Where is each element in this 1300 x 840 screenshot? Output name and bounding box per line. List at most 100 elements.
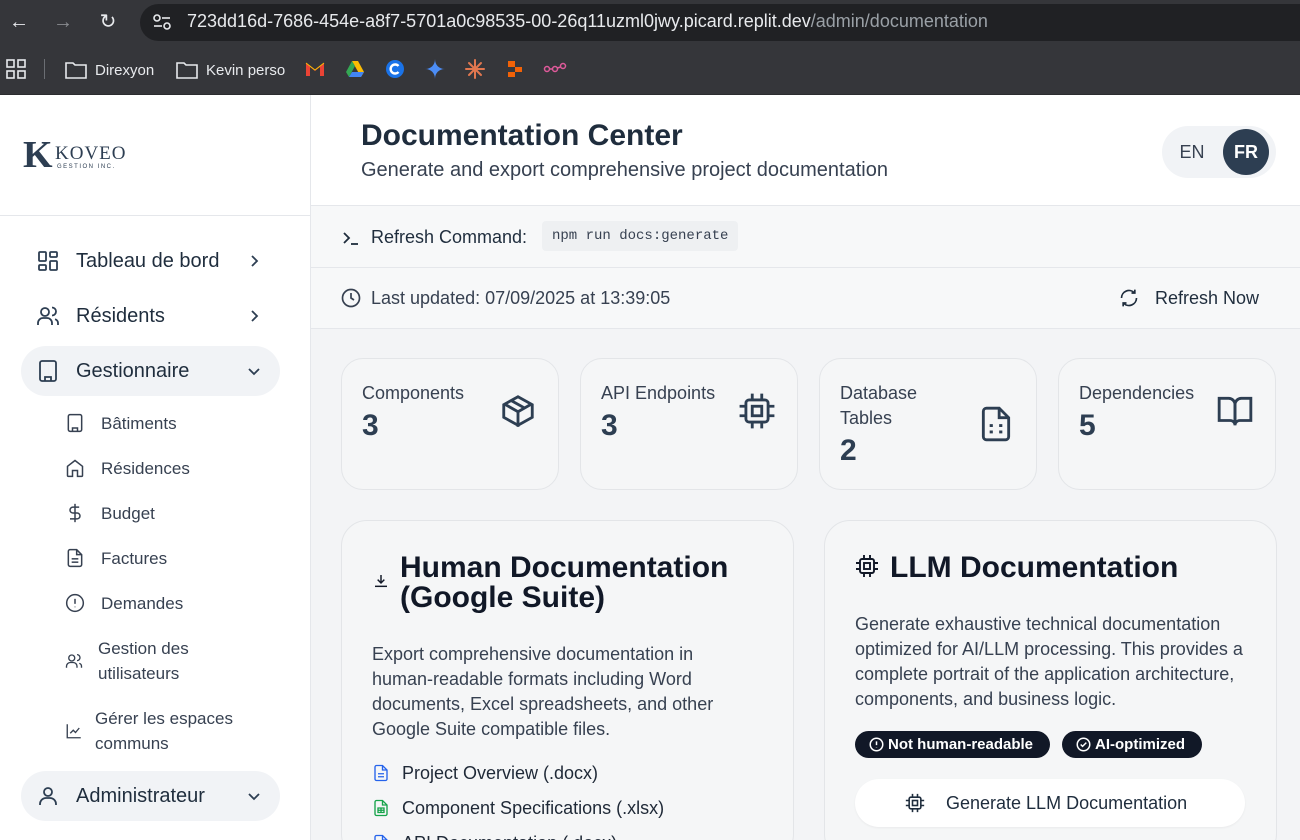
building-icon [39, 360, 57, 382]
not-human-readable-badge: Not human-readable [855, 731, 1050, 758]
lang-en-button[interactable]: EN [1169, 129, 1215, 175]
logo-subtitle: GESTION INC. [57, 164, 116, 170]
sidebar-item-administrateur[interactable]: Administrateur [21, 771, 280, 821]
badge-label: AI-optimized [1095, 736, 1185, 753]
last-updated-bar: Last updated: 07/09/2025 at 13:39:05 Ref… [311, 268, 1300, 329]
refresh-now-button[interactable]: Refresh Now [1111, 280, 1271, 316]
alert-circle-icon [65, 593, 85, 613]
cpu-icon [739, 393, 775, 429]
sidebar-subitem-label: Gérer les espaces communs [95, 709, 233, 753]
link-icon[interactable] [543, 62, 567, 76]
reload-icon[interactable]: ↻ [97, 11, 119, 33]
c-app-icon[interactable] [385, 59, 405, 79]
sidebar-item-label: Gestionnaire [76, 360, 190, 382]
badge-label: Not human-readable [888, 736, 1034, 753]
stat-label: Dependencies [1079, 383, 1195, 403]
stat-label: Database Tables [840, 383, 918, 428]
logo-name: KOVEO [55, 143, 127, 164]
stat-value: 3 [601, 409, 618, 442]
gemini-icon[interactable] [425, 59, 445, 79]
stat-card-components: Components 3 [341, 358, 559, 490]
users-icon [65, 653, 83, 668]
sidebar: K KOVEO GESTION INC. Tableau de bord Rés… [0, 95, 311, 840]
generate-llm-documentation-button[interactable]: Generate LLM Documentation [855, 779, 1245, 827]
folder-icon [176, 62, 198, 79]
book-open-icon [1217, 396, 1253, 426]
llm-documentation-title: LLM Documentation [890, 551, 1179, 584]
box-icon [502, 395, 534, 427]
lang-fr-button[interactable]: FR [1223, 129, 1269, 175]
bookmark-folder-kevin[interactable]: Kevin perso [176, 59, 285, 81]
main-content: Documentation Center Generate and export… [311, 95, 1300, 840]
last-updated-text: Last updated: 07/09/2025 at 13:39:05 [371, 288, 671, 308]
chevron-right-icon [251, 310, 259, 322]
file-item-label: Project Overview (.docx) [402, 763, 599, 783]
sidebar-subitem-label: Résidences [101, 459, 190, 478]
sidebar-item-gestionnaire[interactable]: Gestionnaire [21, 346, 280, 396]
check-circle-icon [1076, 737, 1091, 752]
koveo-logo[interactable]: K KOVEO GESTION INC. [23, 136, 133, 174]
refresh-now-label: Refresh Now [1155, 288, 1260, 308]
stat-card-api-endpoints: API Endpoints 3 [580, 358, 798, 490]
file-item-label: API Documentation (.docx) [402, 831, 617, 840]
stat-label: Components [362, 383, 465, 403]
url-host: 723dd16d-7686-454e-a8f7-5701a0c98535-00-… [187, 11, 811, 31]
sidebar-item-label: Administrateur [76, 785, 205, 807]
language-toggle: EN FR [1162, 126, 1276, 178]
stat-label: API Endpoints [601, 383, 716, 403]
stat-card-database-tables: Database Tables 2 [819, 358, 1037, 490]
human-documentation-card: Human Documentation (Google Suite) Expor… [341, 520, 794, 840]
stat-value: 2 [840, 434, 857, 467]
app-icon[interactable] [505, 59, 525, 79]
stat-card-dependencies: Dependencies 5 [1058, 358, 1276, 490]
chevron-right-icon [251, 255, 259, 267]
url-text[interactable]: 723dd16d-7686-454e-a8f7-5701a0c98535-00-… [187, 11, 988, 32]
sidebar-item-label: Tableau de bord [76, 250, 220, 272]
cpu-icon [856, 555, 878, 577]
logo-mark: K [23, 134, 53, 176]
forward-icon[interactable]: → [52, 11, 74, 33]
sidebar-subitem-label: Budget [101, 504, 155, 523]
generate-llm-documentation-label: Generate LLM Documentation [946, 793, 1188, 813]
building-icon [67, 413, 83, 433]
chevron-down-icon [248, 368, 260, 376]
terminal-icon [343, 232, 358, 245]
dashboard-icon [38, 251, 58, 271]
sidebar-subitem-label: Factures [101, 549, 168, 568]
sidebar-item-tableau-de-bord[interactable]: Tableau de bord [21, 236, 280, 286]
stat-value: 3 [362, 409, 379, 442]
refresh-command-code: npm run docs:generate [542, 221, 739, 251]
human-documentation-description: Export comprehensive documentation in hu… [372, 644, 714, 739]
file-item-label: Component Specifications (.xlsx) [402, 798, 665, 818]
sidebar-subitem-label: Gestion des utilisateurs [98, 639, 189, 683]
page-title: Documentation Center [361, 119, 683, 152]
dollar-icon [69, 503, 81, 523]
bookmark-folder-direxyon[interactable]: Direxyon [65, 59, 154, 81]
claude-icon[interactable] [465, 59, 485, 79]
apps-grid-icon[interactable] [6, 59, 26, 79]
drive-icon[interactable] [345, 60, 365, 78]
back-icon[interactable]: ← [8, 11, 30, 33]
sidebar-subitem-label: Bâtiments [101, 414, 177, 433]
page-subtitle: Generate and export comprehensive projec… [361, 159, 888, 181]
logo-area: K KOVEO GESTION INC. [0, 95, 310, 216]
bookmarks-separator [44, 59, 45, 79]
site-settings-icon[interactable] [152, 12, 172, 32]
ai-optimized-badge: AI-optimized [1062, 731, 1202, 758]
gmail-icon[interactable] [305, 61, 325, 77]
user-icon [39, 787, 57, 805]
sidebar-subitem-espaces-communs[interactable]: Gérer les espaces communs [65, 706, 295, 756]
url-path: /admin/documentation [810, 11, 988, 31]
folder-icon [65, 62, 87, 79]
cpu-icon [905, 793, 925, 813]
alert-circle-icon [869, 737, 884, 752]
refresh-command-bar: Refresh Command: npm run docs:generate [311, 206, 1300, 268]
chart-icon [66, 724, 81, 739]
sidebar-item-residents[interactable]: Résidents [21, 291, 280, 341]
browser-toolbar: ← → ↻ 723dd16d-7686-454e-a8f7-5701a0c985… [0, 0, 1300, 45]
users-icon [37, 306, 59, 325]
bookmark-label: Direxyon [95, 61, 155, 79]
refresh-icon [1120, 289, 1138, 307]
bookmarks-bar: Direxyon Kevin perso [0, 45, 1300, 95]
sidebar-subitem-gestion-utilisateurs[interactable]: Gestion des utilisateurs [65, 636, 295, 686]
